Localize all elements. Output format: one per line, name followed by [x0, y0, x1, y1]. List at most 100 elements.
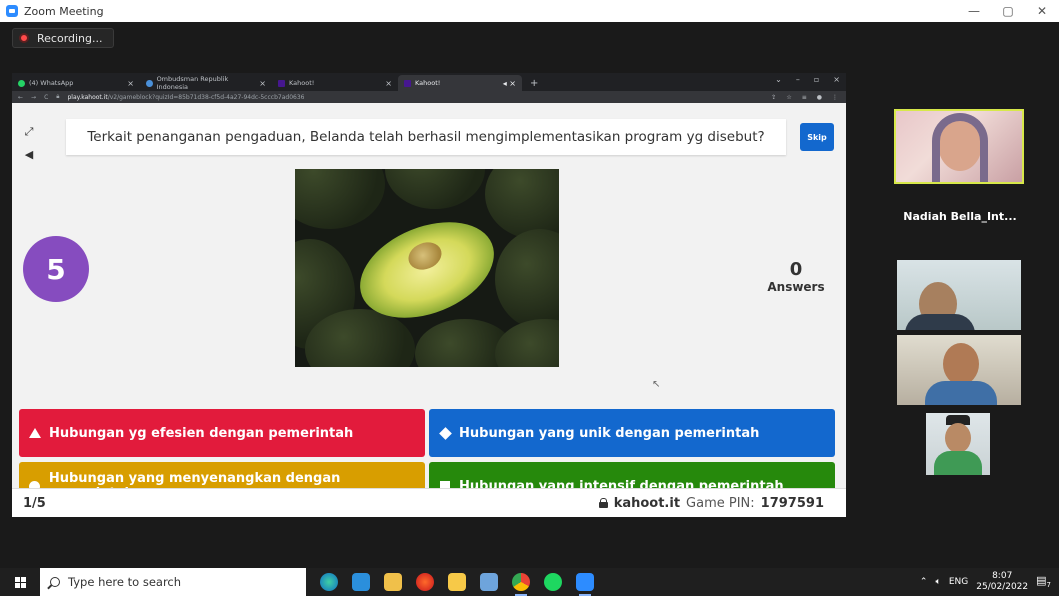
- mail-icon[interactable]: [352, 573, 370, 591]
- spotify-icon[interactable]: [544, 573, 562, 591]
- avocado-shape: [495, 229, 559, 329]
- question-image: [295, 169, 559, 367]
- recording-label: Recording...: [37, 31, 103, 45]
- zoom-window-title: Zoom Meeting: [24, 4, 104, 18]
- forward-icon[interactable]: →: [31, 94, 36, 101]
- notification-icon[interactable]: ▤7: [1036, 574, 1051, 589]
- close-icon[interactable]: ×: [833, 75, 840, 84]
- address-bar: ← → C 🔒︎ play.kahoot.it/v2/gameblock?qui…: [12, 91, 846, 103]
- answer-option-text: Hubungan yang unik dengan pemerintah: [459, 425, 760, 441]
- windows-logo-icon: [14, 576, 26, 588]
- windows-taskbar: Type here to search ⌃ 🔈︎ ENG 8:07 25/02/…: [0, 568, 1059, 596]
- participant-video-2[interactable]: [897, 260, 1021, 330]
- participant-video-4[interactable]: [926, 413, 990, 475]
- menu-icon[interactable]: ⋮: [832, 94, 838, 101]
- taskbar-search-box[interactable]: Type here to search: [40, 568, 306, 596]
- sound-icon[interactable]: ◀: [22, 147, 36, 161]
- reading-list-icon[interactable]: ≡: [802, 94, 807, 101]
- answers-count: 0: [789, 259, 803, 280]
- recording-indicator[interactable]: Recording...: [12, 28, 114, 48]
- answers-counter: 0 Answers: [756, 259, 836, 294]
- clock[interactable]: 8:07 25/02/2022: [976, 571, 1028, 593]
- close-button[interactable]: ✕: [1025, 0, 1059, 22]
- bookmark-star-icon[interactable]: ☆: [786, 94, 791, 101]
- answer-option-red[interactable]: Hubungan yg efesien dengan pemerintah: [19, 409, 425, 457]
- tab-search-icon[interactable]: ⌄: [775, 75, 782, 84]
- close-tab-icon[interactable]: ×: [385, 79, 392, 88]
- address-bar-actions: ⇪ ☆ ≡ ● ⋮: [771, 94, 838, 101]
- participant-name-tile[interactable]: Nadiah Bella_Int...: [896, 210, 1024, 223]
- system-tray: ⌃ 🔈︎ ENG 8:07 25/02/2022 ▤7: [920, 568, 1051, 596]
- question-text: Terkait penanganan pengaduan, Belanda te…: [87, 129, 765, 145]
- ombudsman-icon: [146, 79, 153, 87]
- maximize-icon[interactable]: ▫: [814, 75, 819, 84]
- speaker-icon[interactable]: 🔈︎: [935, 577, 940, 587]
- participant-video-3[interactable]: [897, 335, 1021, 405]
- kahoot-icon: [404, 79, 411, 87]
- countdown-timer: 5: [23, 236, 89, 302]
- participant-face: [943, 343, 979, 385]
- avocado-shape: [485, 169, 559, 239]
- opera-icon[interactable]: [416, 573, 434, 591]
- taskbar-apps: [320, 568, 594, 596]
- browser-tab-bar: (4) WhatsApp × Ombudsman Republik Indone…: [12, 73, 846, 91]
- chrome-icon[interactable]: [512, 573, 530, 596]
- language-indicator[interactable]: ENG: [949, 577, 968, 587]
- edge-browser-icon[interactable]: [320, 573, 338, 591]
- file-explorer-icon[interactable]: [448, 573, 466, 591]
- tab-label: (4) WhatsApp: [29, 79, 74, 87]
- game-pin-info: kahoot.it Game PIN: 1797591: [598, 495, 824, 511]
- participant-body: [905, 314, 975, 330]
- zoom-taskbar-icon[interactable]: [576, 573, 594, 596]
- close-tab-icon[interactable]: ×: [259, 79, 266, 88]
- avocado-shape: [295, 169, 385, 229]
- clock-date: 25/02/2022: [976, 582, 1029, 592]
- url-field[interactable]: play.kahoot.it/v2/gameblock?quizId=85b71…: [67, 94, 304, 101]
- avocado-shape: [385, 169, 485, 209]
- participant-body: [925, 381, 997, 405]
- kahoot-icon: [278, 79, 285, 87]
- back-icon[interactable]: ←: [18, 94, 23, 101]
- tab-kahoot[interactable]: Kahoot! ×: [272, 75, 398, 91]
- tab-kahoot-active[interactable]: Kahoot! ◂ ×: [398, 75, 522, 91]
- lock-icon: 🔒︎: [56, 93, 60, 100]
- tab-label: Kahoot!: [415, 79, 441, 87]
- tab-whatsapp[interactable]: (4) WhatsApp ×: [12, 75, 140, 91]
- zoom-titlebar: Zoom Meeting — ▢ ✕: [0, 0, 1059, 22]
- participant-video-speaker[interactable]: [894, 109, 1024, 184]
- zoom-logo-icon: [6, 5, 18, 17]
- tab-label: Kahoot!: [289, 79, 315, 87]
- participant-body: [934, 451, 982, 475]
- close-tab-icon[interactable]: ×: [127, 79, 134, 88]
- record-icon: [19, 33, 29, 43]
- game-pin-label: Game PIN:: [686, 495, 755, 511]
- chevron-up-icon[interactable]: ⌃: [920, 577, 928, 587]
- restore-button[interactable]: ▢: [991, 0, 1025, 22]
- reload-icon[interactable]: C: [44, 94, 48, 101]
- start-button[interactable]: [0, 568, 40, 596]
- lock-icon: [598, 498, 608, 508]
- mouse-cursor-icon: ↖: [652, 379, 661, 390]
- close-tab-icon[interactable]: ◂ ×: [503, 79, 516, 88]
- tab-ombudsman[interactable]: Ombudsman Republik Indonesia ×: [140, 75, 272, 91]
- tab-label: Ombudsman Republik Indonesia: [156, 75, 229, 91]
- network-app-icon[interactable]: [480, 573, 498, 591]
- diamond-icon: [438, 426, 452, 440]
- question-progress: 1/5: [23, 495, 46, 511]
- participant-face: [945, 423, 971, 453]
- clock-time: 8:07: [992, 571, 1013, 581]
- game-footer: 1/5 kahoot.it Game PIN: 1797591: [12, 488, 846, 517]
- kahoot-game-page: ⤢ ◀ Terkait penanganan pengaduan, Beland…: [12, 103, 846, 517]
- new-tab-button[interactable]: +: [530, 75, 538, 91]
- fullscreen-icon[interactable]: ⤢: [22, 125, 36, 139]
- share-icon[interactable]: ⇪: [771, 94, 776, 101]
- window-controls: — ▢ ✕: [957, 0, 1059, 22]
- store-icon[interactable]: [384, 573, 402, 591]
- skip-button[interactable]: Skip: [800, 123, 834, 151]
- hijab-shape: [932, 113, 988, 182]
- profile-avatar-icon[interactable]: ●: [817, 94, 822, 101]
- minimize-icon[interactable]: –: [796, 75, 800, 84]
- answer-option-blue[interactable]: Hubungan yang unik dengan pemerintah: [429, 409, 835, 457]
- minimize-button[interactable]: —: [957, 0, 991, 22]
- answers-label: Answers: [767, 280, 825, 294]
